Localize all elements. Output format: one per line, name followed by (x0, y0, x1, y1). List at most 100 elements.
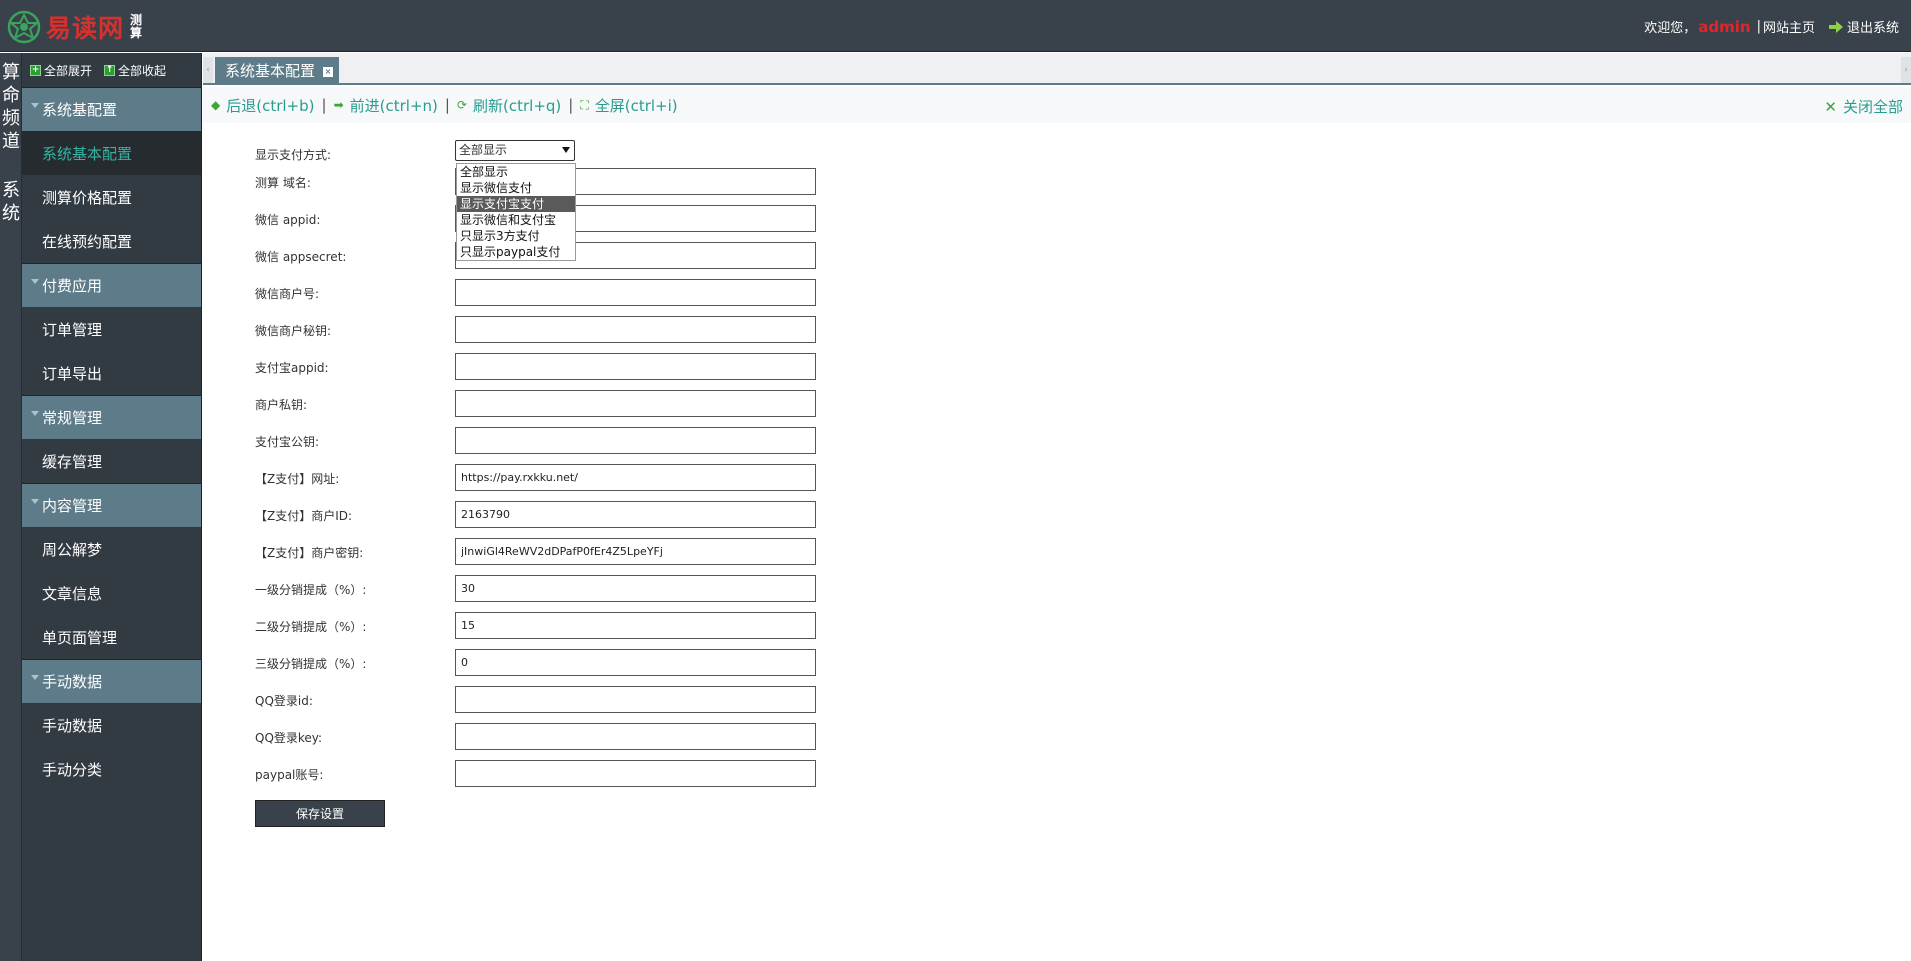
divider: | (444, 96, 450, 114)
field-label: 微信 appsecret: (255, 250, 347, 264)
sidebar-tools: + 全部展开 ↑ 全部收起 (22, 53, 201, 87)
plus-icon: + (30, 64, 41, 76)
logout-arrow-icon (1828, 20, 1843, 33)
sidebar-group-general[interactable]: 常规管理 (22, 395, 201, 439)
dropdown-option[interactable]: 全部显示 (457, 164, 575, 180)
close-all-label: 关闭全部 (1842, 98, 1903, 116)
field-input[interactable] (455, 612, 816, 639)
welcome-text: 欢迎您， (1644, 21, 1697, 36)
sidebar-item-pages[interactable]: 单页面管理 (22, 615, 201, 659)
field-input[interactable] (455, 575, 816, 602)
sidebar-item-cache[interactable]: 缓存管理 (22, 439, 201, 483)
caret-down-icon (31, 279, 39, 284)
collapse-all-label: 全部收起 (118, 63, 167, 78)
sidebar-item-manual-category[interactable]: 手动分类 (22, 747, 201, 791)
divider: | (568, 96, 574, 114)
sidebar-item-booking-config[interactable]: 在线预约配置 (22, 219, 201, 263)
field-input[interactable] (455, 464, 816, 491)
refresh-button[interactable]: ⟳ 刷新(ctrl+q) (457, 95, 561, 116)
sidebar: + 全部展开 ↑ 全部收起 系统基配置 系统基本配置 测算价格配置 在线预约配置… (22, 53, 202, 961)
field-label: 【Z支付】商户密钥: (255, 546, 364, 560)
dropdown-option[interactable]: 显示支付宝支付 (457, 196, 575, 212)
sidebar-group-label: 常规管理 (42, 409, 103, 427)
caret-down-icon (31, 103, 39, 108)
fullscreen-button[interactable]: ⛶ 全屏(ctrl+i) (580, 95, 677, 116)
expand-all-button[interactable]: + 全部展开 (30, 62, 92, 79)
dropdown-option[interactable]: 显示微信和支付宝 (457, 212, 575, 228)
field-label: QQ登录id: (255, 694, 313, 708)
field-label: 一级分销提成（%）: (255, 583, 367, 597)
save-button[interactable]: 保存设置 (255, 800, 385, 827)
sidebar-item-basic-config[interactable]: 系统基本配置 (22, 131, 201, 175)
logo[interactable]: 易读网 测算 (7, 9, 144, 45)
caret-down-icon (31, 675, 39, 680)
forward-arrow-icon: ➡ (333, 98, 344, 112)
sidebar-group-label: 付费应用 (42, 277, 103, 295)
back-label: 后退(ctrl+b) (226, 96, 315, 115)
sidebar-group-manual-data[interactable]: 手动数据 (22, 659, 201, 703)
dropdown-option[interactable]: 显示微信支付 (457, 180, 575, 196)
channel-system[interactable]: 系统 (0, 179, 22, 225)
collapse-all-button[interactable]: ↑ 全部收起 (104, 62, 166, 79)
field-label: QQ登录key: (255, 731, 323, 745)
tab-scroll-right[interactable]: › (1901, 57, 1911, 83)
sidebar-group-system-config[interactable]: 系统基配置 (22, 87, 201, 131)
form-row: paypal账号: (255, 760, 855, 788)
pay-display-select[interactable]: 全部显示 (455, 140, 575, 161)
field-input[interactable] (455, 279, 816, 306)
form-row: 三级分销提成（%）: (255, 649, 855, 677)
sidebar-item-dreams[interactable]: 周公解梦 (22, 527, 201, 571)
back-button[interactable]: ◆ 后退(ctrl+b) (211, 95, 315, 116)
tab-label: 系统基本配置 (225, 62, 316, 80)
username[interactable]: admin (1698, 18, 1750, 36)
field-input[interactable] (455, 538, 816, 565)
field-input[interactable] (455, 427, 816, 454)
form-row: 微信商户号: (255, 279, 855, 307)
refresh-icon: ⟳ (456, 98, 467, 112)
chevron-down-icon (562, 147, 570, 153)
form-row: QQ登录id: (255, 686, 855, 714)
sidebar-group-paid-apps[interactable]: 付费应用 (22, 263, 201, 307)
field-input[interactable] (455, 760, 816, 787)
field-input[interactable] (455, 686, 816, 713)
tab-scroll-left[interactable]: ‹ (203, 57, 213, 83)
sidebar-group-label: 手动数据 (42, 673, 103, 691)
channel-fortune[interactable]: 算命频道 (0, 61, 22, 153)
dropdown-option[interactable]: 只显示3方支付 (457, 228, 575, 244)
field-input[interactable] (455, 723, 816, 750)
sidebar-item-price-config[interactable]: 测算价格配置 (22, 175, 201, 219)
field-label: 微信商户秘钥: (255, 324, 332, 338)
field-label: 商户私钥: (255, 398, 308, 412)
logout-link[interactable]: 退出系统 (1847, 17, 1899, 36)
field-input[interactable] (455, 316, 816, 343)
caret-down-icon (31, 499, 39, 504)
field-input[interactable] (455, 649, 816, 676)
field-label: 支付宝appid: (255, 361, 329, 375)
dropdown-option[interactable]: 只显示paypal支付 (457, 244, 575, 260)
form-row: 微信商户秘钥: (255, 316, 855, 344)
field-input[interactable] (455, 353, 816, 380)
close-all-button[interactable]: ✕ 关闭全部 (1824, 96, 1903, 117)
up-arrow-icon: ↑ (104, 64, 116, 76)
sidebar-item-orders[interactable]: 订单管理 (22, 307, 201, 351)
sidebar-item-articles[interactable]: 文章信息 (22, 571, 201, 615)
back-arrow-icon: ◆ (211, 98, 221, 112)
field-label: 显示支付方式: (255, 148, 332, 162)
field-label: 二级分销提成（%）: (255, 620, 367, 634)
sidebar-item-manual-data[interactable]: 手动数据 (22, 703, 201, 747)
home-link[interactable]: 网站主页 (1763, 17, 1815, 36)
tab-basic-config[interactable]: 系统基本配置 × (215, 57, 340, 85)
field-input[interactable] (455, 501, 816, 528)
field-label: 【Z支付】网址: (255, 472, 340, 486)
sidebar-item-order-export[interactable]: 订单导出 (22, 351, 201, 395)
sidebar-group-label: 内容管理 (42, 497, 103, 515)
field-input[interactable] (455, 390, 816, 417)
field-label: paypal账号: (255, 768, 324, 782)
sidebar-group-label: 系统基配置 (42, 101, 118, 119)
sidebar-group-content[interactable]: 内容管理 (22, 483, 201, 527)
top-header: 易读网 测算 欢迎您， admin | 网站主页 退出系统 (0, 0, 1911, 52)
form-row: 支付宝appid: (255, 353, 855, 381)
tab-close-icon[interactable]: × (323, 67, 334, 77)
forward-button[interactable]: ➡ 前进(ctrl+n) (334, 95, 438, 116)
form-row: 【Z支付】网址: (255, 464, 855, 492)
